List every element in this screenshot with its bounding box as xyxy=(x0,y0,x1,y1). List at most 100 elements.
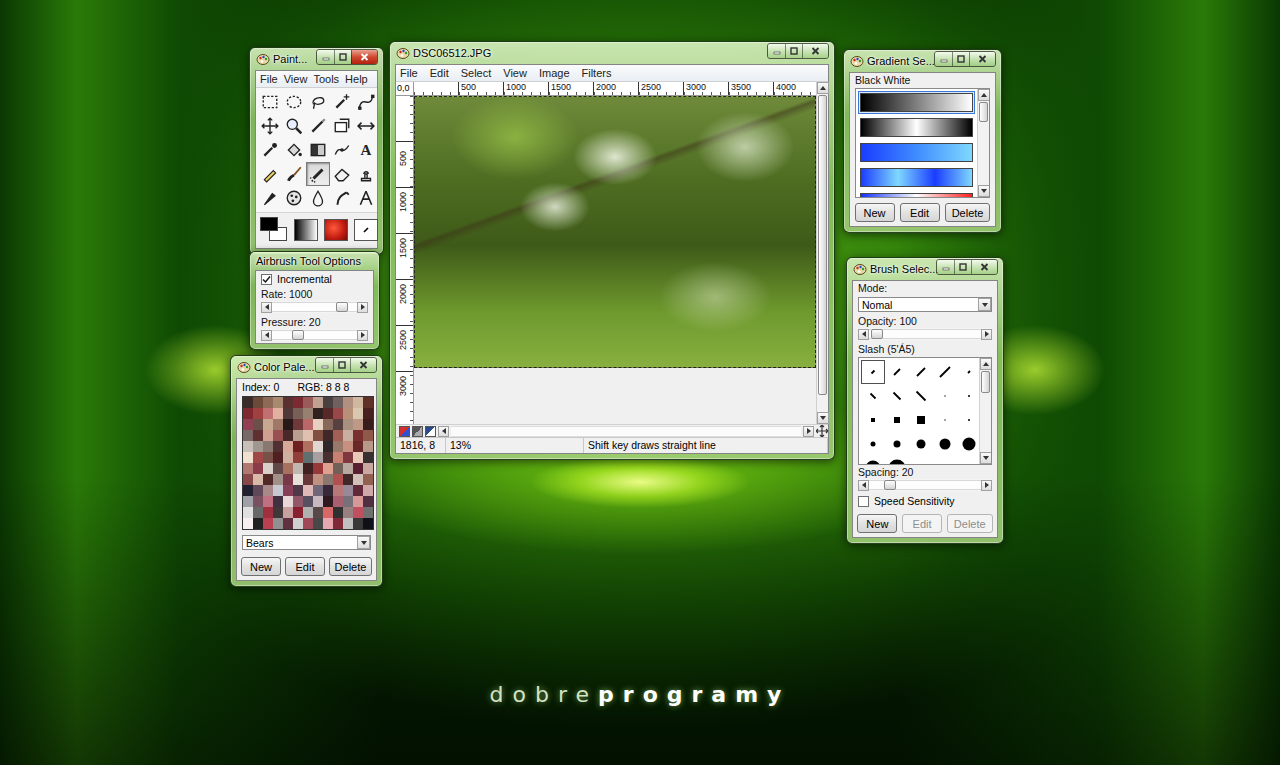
gradient-item[interactable] xyxy=(858,91,975,114)
pattern-preview[interactable] xyxy=(324,219,348,241)
color-swatch[interactable] xyxy=(303,397,313,408)
menu-item[interactable]: Edit xyxy=(430,67,449,79)
speed-sensitivity-checkbox[interactable]: Speed Sensitivity xyxy=(853,493,997,509)
color-swatch[interactable] xyxy=(253,474,263,485)
color-swatch[interactable] xyxy=(343,408,353,419)
color-swatch[interactable] xyxy=(273,485,283,496)
scroll-down-button[interactable] xyxy=(978,185,990,197)
color-swatch[interactable] xyxy=(343,485,353,496)
color-swatch[interactable] xyxy=(313,419,323,430)
color-swatch[interactable] xyxy=(353,507,363,518)
color-swatch[interactable] xyxy=(313,496,323,507)
color-swatch[interactable] xyxy=(263,397,273,408)
color-swatch[interactable] xyxy=(333,485,343,496)
color-swatch[interactable] xyxy=(333,419,343,430)
brush-item[interactable] xyxy=(885,408,909,432)
color-swatch[interactable] xyxy=(303,452,313,463)
vertical-scrollbar[interactable] xyxy=(979,358,991,464)
color-swatch[interactable] xyxy=(323,485,333,496)
tool-button[interactable] xyxy=(282,114,306,138)
color-swatch[interactable] xyxy=(253,441,263,452)
color-swatch[interactable] xyxy=(363,452,373,463)
color-swatch[interactable] xyxy=(323,408,333,419)
minimize-button[interactable] xyxy=(768,44,785,58)
color-swatch[interactable] xyxy=(283,408,293,419)
slider-track[interactable] xyxy=(869,329,981,339)
tool-button[interactable]: A xyxy=(354,138,378,162)
color-swatch[interactable] xyxy=(253,463,263,474)
color-swatch[interactable] xyxy=(263,485,273,496)
tool-options-window[interactable]: Airbrush Tool OptionsIncrementalRate: 10… xyxy=(249,251,380,350)
color-swatch[interactable] xyxy=(333,518,343,529)
brush-item[interactable] xyxy=(957,408,979,432)
color-swatch[interactable] xyxy=(353,419,363,430)
gradient-preview[interactable] xyxy=(294,219,318,241)
maximize-button[interactable] xyxy=(785,44,802,58)
color-swatch[interactable] xyxy=(333,496,343,507)
tool-button[interactable] xyxy=(258,186,282,210)
color-swatch[interactable] xyxy=(253,452,263,463)
color-swatch[interactable] xyxy=(333,397,343,408)
color-swatch[interactable] xyxy=(363,496,373,507)
horizontal-scroll-track[interactable] xyxy=(451,426,801,437)
brush-item[interactable] xyxy=(885,384,909,408)
arrow-right-button[interactable] xyxy=(981,329,992,340)
color-swatch[interactable] xyxy=(283,441,293,452)
minimize-button[interactable] xyxy=(935,52,952,66)
color-swatch[interactable] xyxy=(343,419,353,430)
color-swatch[interactable] xyxy=(343,397,353,408)
color-swatch[interactable] xyxy=(293,408,303,419)
color-swatch[interactable] xyxy=(313,485,323,496)
brush-item[interactable] xyxy=(885,360,909,384)
color-swatch[interactable] xyxy=(293,452,303,463)
scroll-up-button[interactable] xyxy=(978,89,990,101)
color-swatch[interactable] xyxy=(273,408,283,419)
brush-item[interactable] xyxy=(861,384,885,408)
photo[interactable] xyxy=(414,96,816,368)
color-swatch[interactable] xyxy=(273,518,283,529)
color-swatch[interactable] xyxy=(273,430,283,441)
color-swatch[interactable] xyxy=(343,474,353,485)
color-swatch[interactable] xyxy=(283,430,293,441)
brush-item[interactable] xyxy=(957,384,979,408)
color-swatch[interactable] xyxy=(303,496,313,507)
gradient-item[interactable] xyxy=(858,116,975,139)
color-swatch[interactable] xyxy=(253,430,263,441)
palette-select[interactable]: Bears xyxy=(242,535,371,550)
maximize-button[interactable] xyxy=(333,358,350,372)
quick-mask-icon[interactable] xyxy=(399,426,410,437)
tool-button[interactable] xyxy=(354,162,378,186)
color-swatch[interactable] xyxy=(243,419,253,430)
color-swatch[interactable] xyxy=(243,496,253,507)
title-bar[interactable]: Paint... xyxy=(255,48,378,70)
tool-button[interactable] xyxy=(282,138,306,162)
gradient-select-window[interactable]: Gradient Se...Black WhiteNewEditDelete xyxy=(843,49,1002,233)
color-swatch[interactable] xyxy=(253,496,263,507)
scroll-up-button[interactable] xyxy=(980,358,992,370)
menu-item[interactable]: Image xyxy=(539,67,570,79)
color-swatch[interactable] xyxy=(353,397,363,408)
push-button[interactable]: New xyxy=(855,203,895,222)
color-swatch[interactable] xyxy=(333,507,343,518)
color-swatch[interactable] xyxy=(353,430,363,441)
color-swatch[interactable] xyxy=(253,518,263,529)
menu-item[interactable]: Help xyxy=(345,73,368,85)
color-swatch[interactable] xyxy=(363,507,373,518)
color-swatch[interactable] xyxy=(293,463,303,474)
color-swatch[interactable] xyxy=(313,463,323,474)
color-swatch[interactable] xyxy=(353,452,363,463)
foreground-color[interactable] xyxy=(260,217,278,231)
close-button[interactable] xyxy=(351,50,377,64)
close-button[interactable] xyxy=(802,44,828,58)
color-swatch[interactable] xyxy=(243,441,253,452)
arrow-right-button[interactable] xyxy=(357,330,368,341)
color-swatch[interactable] xyxy=(253,397,263,408)
color-swatch[interactable] xyxy=(273,463,283,474)
tool-button[interactable] xyxy=(306,186,330,210)
color-swatch[interactable] xyxy=(333,474,343,485)
color-swatch[interactable] xyxy=(353,485,363,496)
brush-item[interactable] xyxy=(933,408,957,432)
color-swatch[interactable] xyxy=(263,518,273,529)
color-swatch[interactable] xyxy=(273,507,283,518)
color-swatch[interactable] xyxy=(293,419,303,430)
